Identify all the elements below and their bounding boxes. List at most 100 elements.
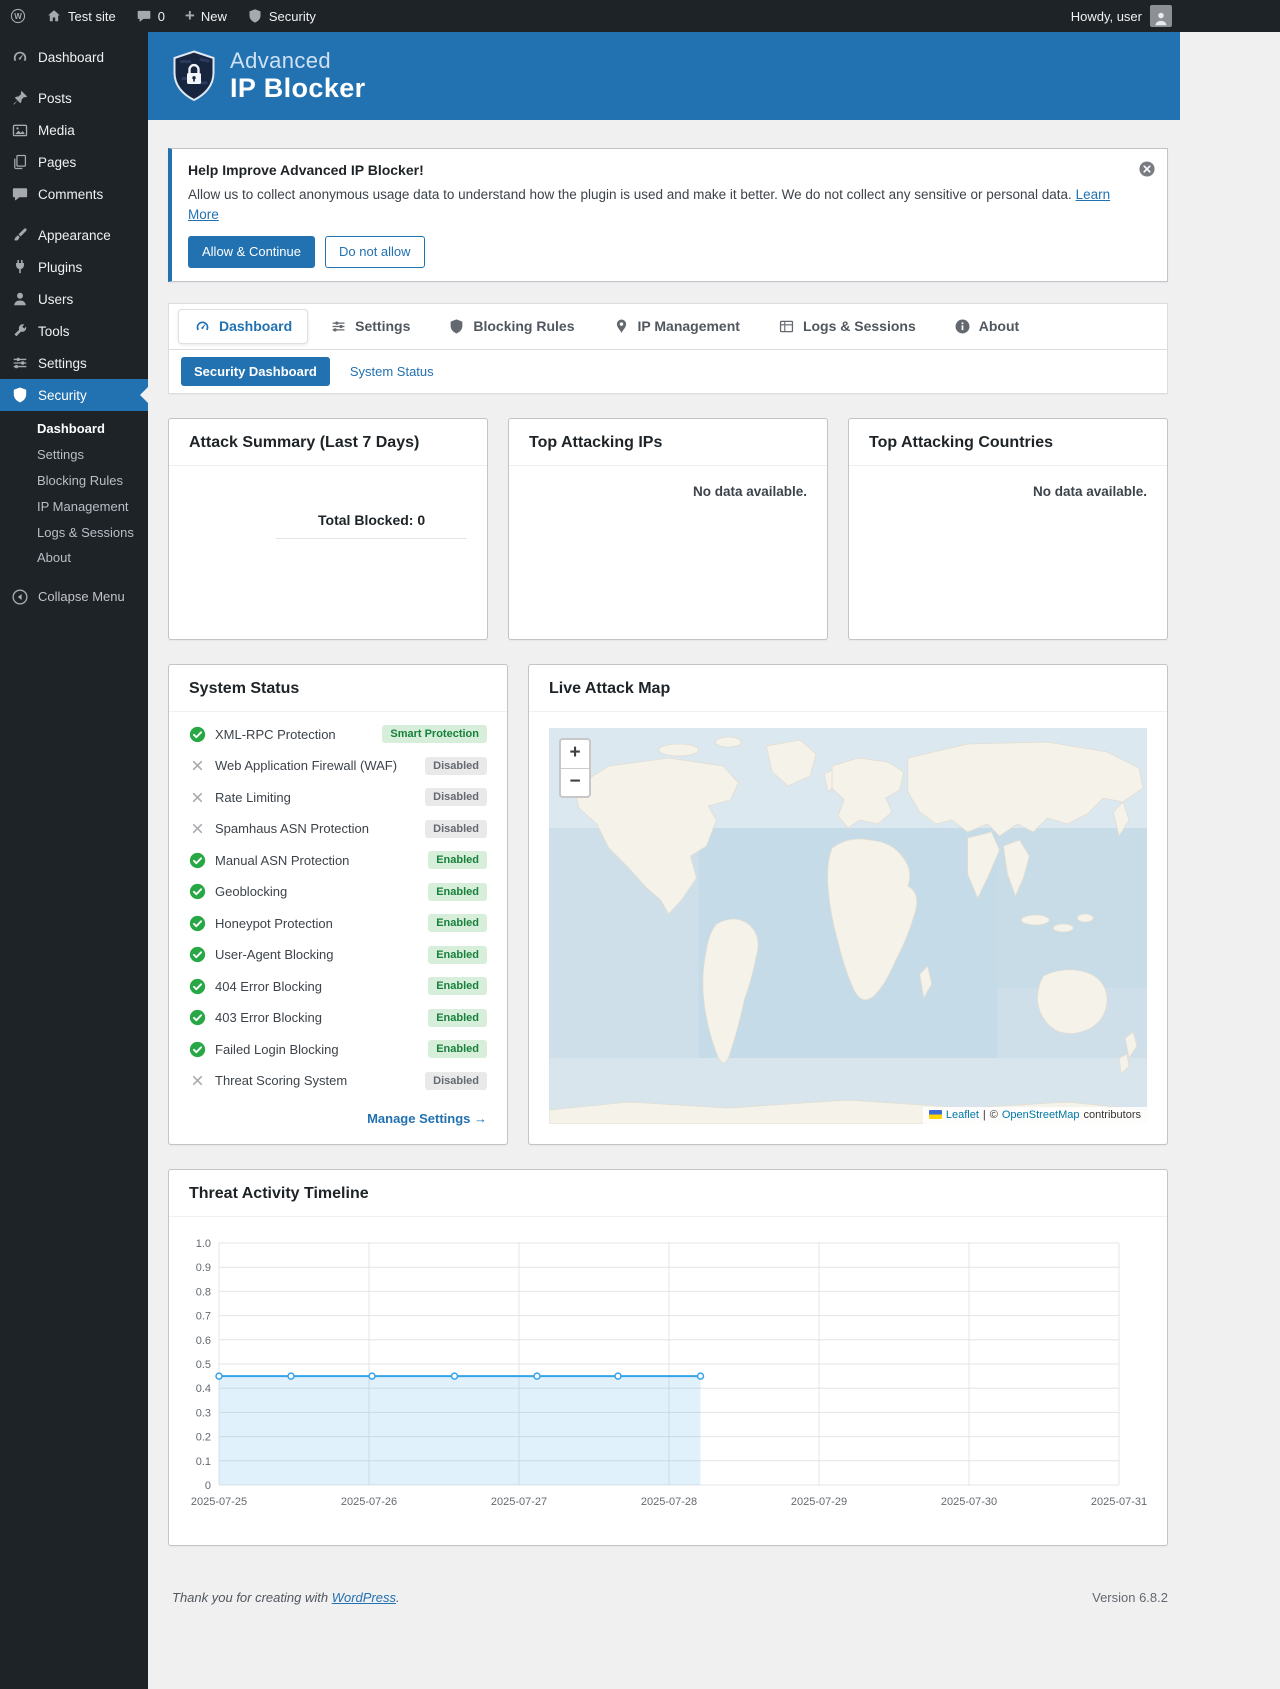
svg-text:0.6: 0.6 xyxy=(196,1334,211,1346)
info-icon xyxy=(954,318,971,335)
manage-settings-link[interactable]: Manage Settings → xyxy=(169,1097,507,1144)
wordpress-logo-icon xyxy=(10,8,26,24)
sidebar-item-comments[interactable]: Comments xyxy=(0,178,148,210)
check-circle-icon xyxy=(189,1041,206,1058)
status-badge: Enabled xyxy=(428,1040,487,1058)
close-icon[interactable] xyxy=(1138,160,1156,178)
status-row: GeoblockingEnabled xyxy=(189,876,487,908)
plugin-header-banner: Advanced IP Blocker xyxy=(148,32,1180,120)
avatar[interactable] xyxy=(1150,5,1172,27)
sidebar-item-label: Appearance xyxy=(38,228,111,243)
card-title: System Status xyxy=(169,665,507,712)
sidebar-item-label: Comments xyxy=(38,187,103,202)
wordpress-logo-menu[interactable] xyxy=(0,0,36,32)
do-not-allow-button[interactable]: Do not allow xyxy=(325,236,425,268)
sidebar-item-pages[interactable]: Pages xyxy=(0,146,148,178)
svg-text:0.3: 0.3 xyxy=(196,1407,211,1419)
status-row: Manual ASN ProtectionEnabled xyxy=(189,845,487,877)
wordpress-link[interactable]: WordPress xyxy=(332,1590,396,1605)
leaflet-map[interactable]: + − Leaflet | © OpenStreetMap contributo… xyxy=(549,728,1147,1124)
status-label: 404 Error Blocking xyxy=(215,979,322,994)
tab-ip-management[interactable]: IP Management xyxy=(597,309,756,344)
sidebar-item-label: Pages xyxy=(38,155,76,170)
tab-label: Blocking Rules xyxy=(473,318,574,334)
new-content-menu[interactable]: +New xyxy=(175,0,237,32)
svg-text:0.1: 0.1 xyxy=(196,1455,211,1467)
status-label: Manual ASN Protection xyxy=(215,853,349,868)
tab-logs-sessions[interactable]: Logs & Sessions xyxy=(762,309,932,344)
openstreetmap-link[interactable]: OpenStreetMap xyxy=(1002,1109,1080,1121)
sidebar-item-label: Tools xyxy=(38,324,70,339)
status-badge: Enabled xyxy=(428,883,487,901)
comment-icon xyxy=(136,8,152,24)
empty-message: No data available. xyxy=(849,466,1167,517)
sidebar-item-plugins[interactable]: Plugins xyxy=(0,251,148,283)
status-badge: Enabled xyxy=(428,914,487,932)
sidebar-item-tools[interactable]: Tools xyxy=(0,315,148,347)
zoom-in-button[interactable]: + xyxy=(561,740,589,768)
sidebar-item-settings[interactable]: Settings xyxy=(0,347,148,379)
empty-message: No data available. xyxy=(509,466,827,517)
tab-about[interactable]: About xyxy=(938,309,1035,344)
leaflet-link[interactable]: Leaflet xyxy=(946,1109,979,1121)
notice-body: Allow us to collect anonymous usage data… xyxy=(188,187,1072,202)
camera-icon xyxy=(11,121,29,139)
svg-text:1.0: 1.0 xyxy=(196,1238,211,1250)
comments-menu[interactable]: 0 xyxy=(126,0,175,32)
card-title: Threat Activity Timeline xyxy=(169,1170,1167,1217)
sidebar-item-users[interactable]: Users xyxy=(0,283,148,315)
subtab-security-dashboard[interactable]: Security Dashboard xyxy=(181,357,330,386)
allow-continue-button[interactable]: Allow & Continue xyxy=(188,236,315,268)
status-row: Rate LimitingDisabled xyxy=(189,782,487,814)
sliders-icon xyxy=(11,354,29,372)
svg-text:2025-07-28: 2025-07-28 xyxy=(641,1496,697,1508)
submenu-item-settings[interactable]: Settings xyxy=(0,442,148,468)
sidebar-item-label: Dashboard xyxy=(38,50,104,65)
wp-version: Version 6.8.2 xyxy=(1092,1590,1168,1605)
security-adminbar-label: Security xyxy=(269,9,316,24)
top-attacking-countries-card: Top Attacking Countries No data availabl… xyxy=(848,418,1168,640)
submenu-item-blocking-rules[interactable]: Blocking Rules xyxy=(0,468,148,494)
sidebar-item-media[interactable]: Media xyxy=(0,114,148,146)
submenu-item-dashboard[interactable]: Dashboard xyxy=(0,416,148,442)
zoom-out-button[interactable]: − xyxy=(561,768,589,796)
sidebar-item-posts[interactable]: Posts xyxy=(0,82,148,114)
submenu-item-ip-management[interactable]: IP Management xyxy=(0,493,148,519)
status-badge: Disabled xyxy=(425,820,487,838)
tab-settings[interactable]: Settings xyxy=(314,309,426,344)
sidebar-item-label: Posts xyxy=(38,91,72,106)
svg-text:0.2: 0.2 xyxy=(196,1431,211,1443)
users-icon xyxy=(11,290,29,308)
attack-summary-card: Attack Summary (Last 7 Days) Total Block… xyxy=(168,418,488,640)
status-badge: Smart Protection xyxy=(382,725,487,743)
sidebar-item-security[interactable]: Security xyxy=(0,379,148,411)
submenu-item-logs-sessions[interactable]: Logs & Sessions xyxy=(0,519,148,545)
site-name-label: Test site xyxy=(68,9,116,24)
tab-dashboard[interactable]: Dashboard xyxy=(178,309,308,344)
submenu-item-about[interactable]: About xyxy=(0,545,148,571)
svg-text:2025-07-26: 2025-07-26 xyxy=(341,1496,397,1508)
subtab-system-status[interactable]: System Status xyxy=(350,364,434,379)
status-label: XML-RPC Protection xyxy=(215,727,336,742)
collapse-menu-button[interactable]: Collapse Menu xyxy=(0,581,148,613)
svg-text:2025-07-30: 2025-07-30 xyxy=(941,1496,997,1508)
sidebar-item-appearance[interactable]: Appearance xyxy=(0,219,148,251)
live-attack-map-card: Live Attack Map xyxy=(528,664,1168,1145)
site-name-menu[interactable]: Test site xyxy=(36,0,126,32)
status-label: Web Application Firewall (WAF) xyxy=(215,758,397,773)
howdy-menu[interactable]: Howdy, user xyxy=(1071,9,1142,24)
sidebar-item-dashboard[interactable]: Dashboard xyxy=(0,41,148,73)
status-badge: Disabled xyxy=(425,1072,487,1090)
status-label: Failed Login Blocking xyxy=(215,1042,339,1057)
svg-text:2025-07-31: 2025-07-31 xyxy=(1091,1496,1147,1508)
svg-text:0: 0 xyxy=(205,1480,211,1492)
plugin-nav: Dashboard Settings Blocking Rules IP Man… xyxy=(168,303,1168,394)
tab-blocking-rules[interactable]: Blocking Rules xyxy=(432,309,590,344)
world-map-graphic xyxy=(549,728,1147,1124)
notice-title: Help Improve Advanced IP Blocker! xyxy=(188,162,1127,178)
security-adminbar-menu[interactable]: Security xyxy=(237,0,326,32)
status-label: 403 Error Blocking xyxy=(215,1010,322,1025)
sidebar-item-label: Users xyxy=(38,292,73,307)
threat-activity-timeline-card: Threat Activity Timeline 00.10.20.30.40.… xyxy=(168,1169,1168,1546)
telemetry-notice: Help Improve Advanced IP Blocker! Allow … xyxy=(168,148,1168,282)
